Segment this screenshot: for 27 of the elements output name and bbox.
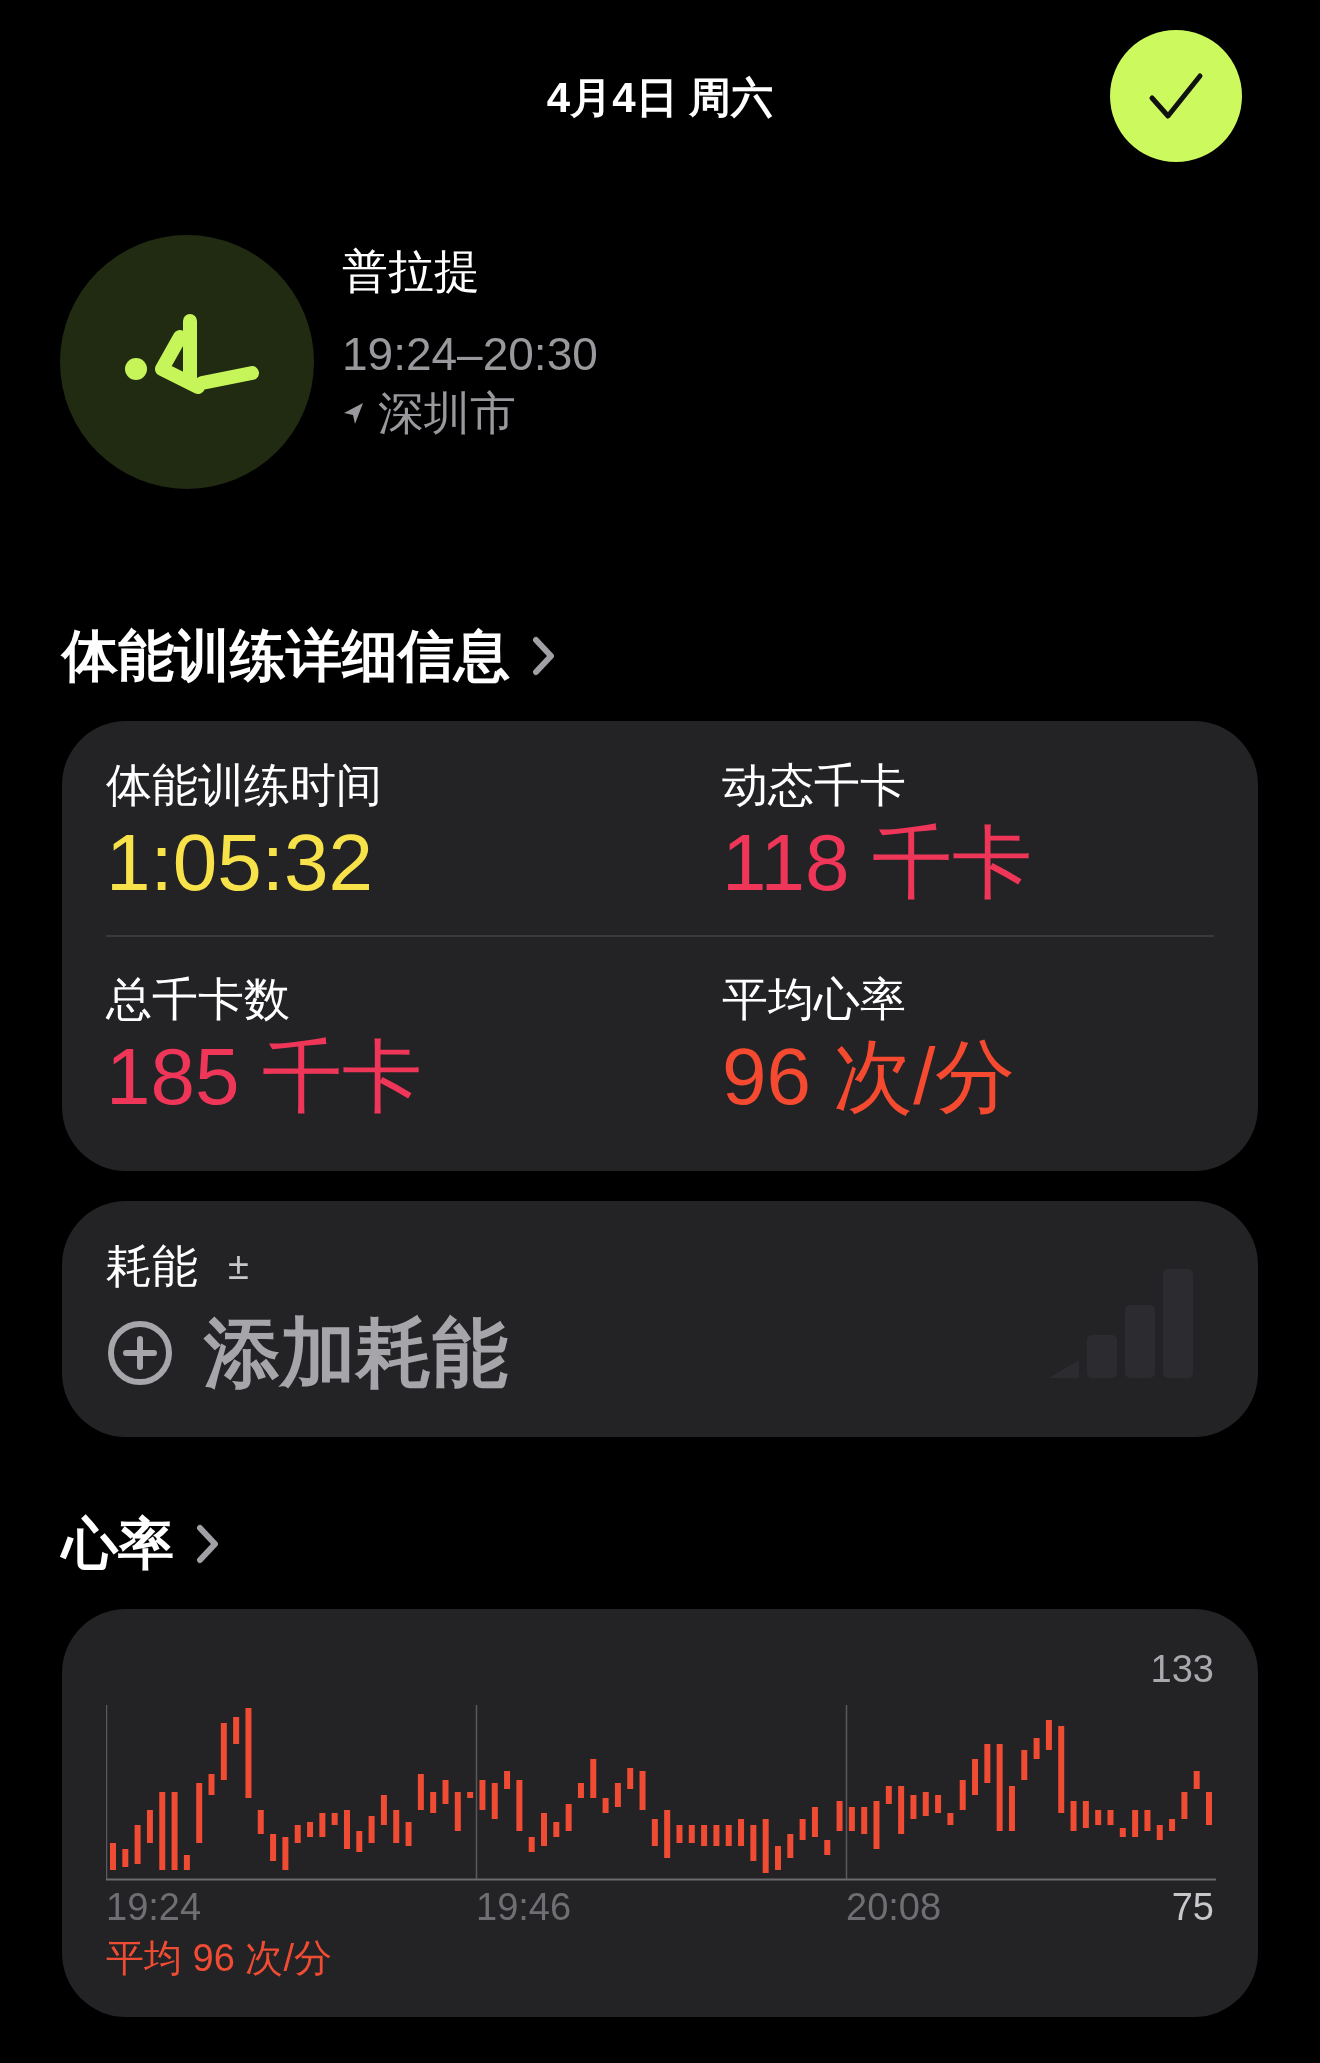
workout-name: 普拉提 [342, 244, 481, 299]
metric-label: 平均心率 [722, 972, 907, 1027]
add-effort-button[interactable]: 添加耗能 [106, 1307, 508, 1399]
axis-label: 19:46 [476, 1885, 572, 1930]
location-arrow-icon [342, 401, 364, 425]
metric-value: 1:05:32 [106, 817, 374, 909]
heart-rate-heading[interactable]: 心率 [62, 1509, 1258, 1579]
chevron-icon [196, 1524, 220, 1564]
date-title: 4月4日 周六 [546, 73, 774, 123]
metric-value: 185 千卡 [106, 1031, 423, 1123]
metric-value: 96 次/分 [722, 1031, 1017, 1123]
metric-label: 体能训练时间 [106, 758, 383, 813]
axis-label: 75 [1171, 1885, 1214, 1930]
metric-label: 总千卡数 [106, 972, 291, 1027]
details-heading[interactable]: 体能训练详细信息 [62, 621, 1258, 691]
workout-location: 深圳市 [378, 386, 516, 441]
plus-minus-sign: ± [228, 1244, 249, 1289]
metric-label: 动态千卡 [722, 758, 907, 813]
chevron-icon [532, 636, 556, 676]
axis-label: 133 [1150, 1647, 1214, 1692]
average-heart-rate: 平均 96 次/分 [106, 1936, 333, 1981]
axis-label: 20:08 [846, 1885, 942, 1930]
axis-label: 19:24 [106, 1885, 202, 1930]
plus-circle-icon [106, 1319, 174, 1387]
effort-label: 耗能 [106, 1239, 198, 1294]
metric-value: 118 千卡 [722, 817, 1033, 909]
workout-time: 19:24–20:30 [342, 327, 598, 382]
